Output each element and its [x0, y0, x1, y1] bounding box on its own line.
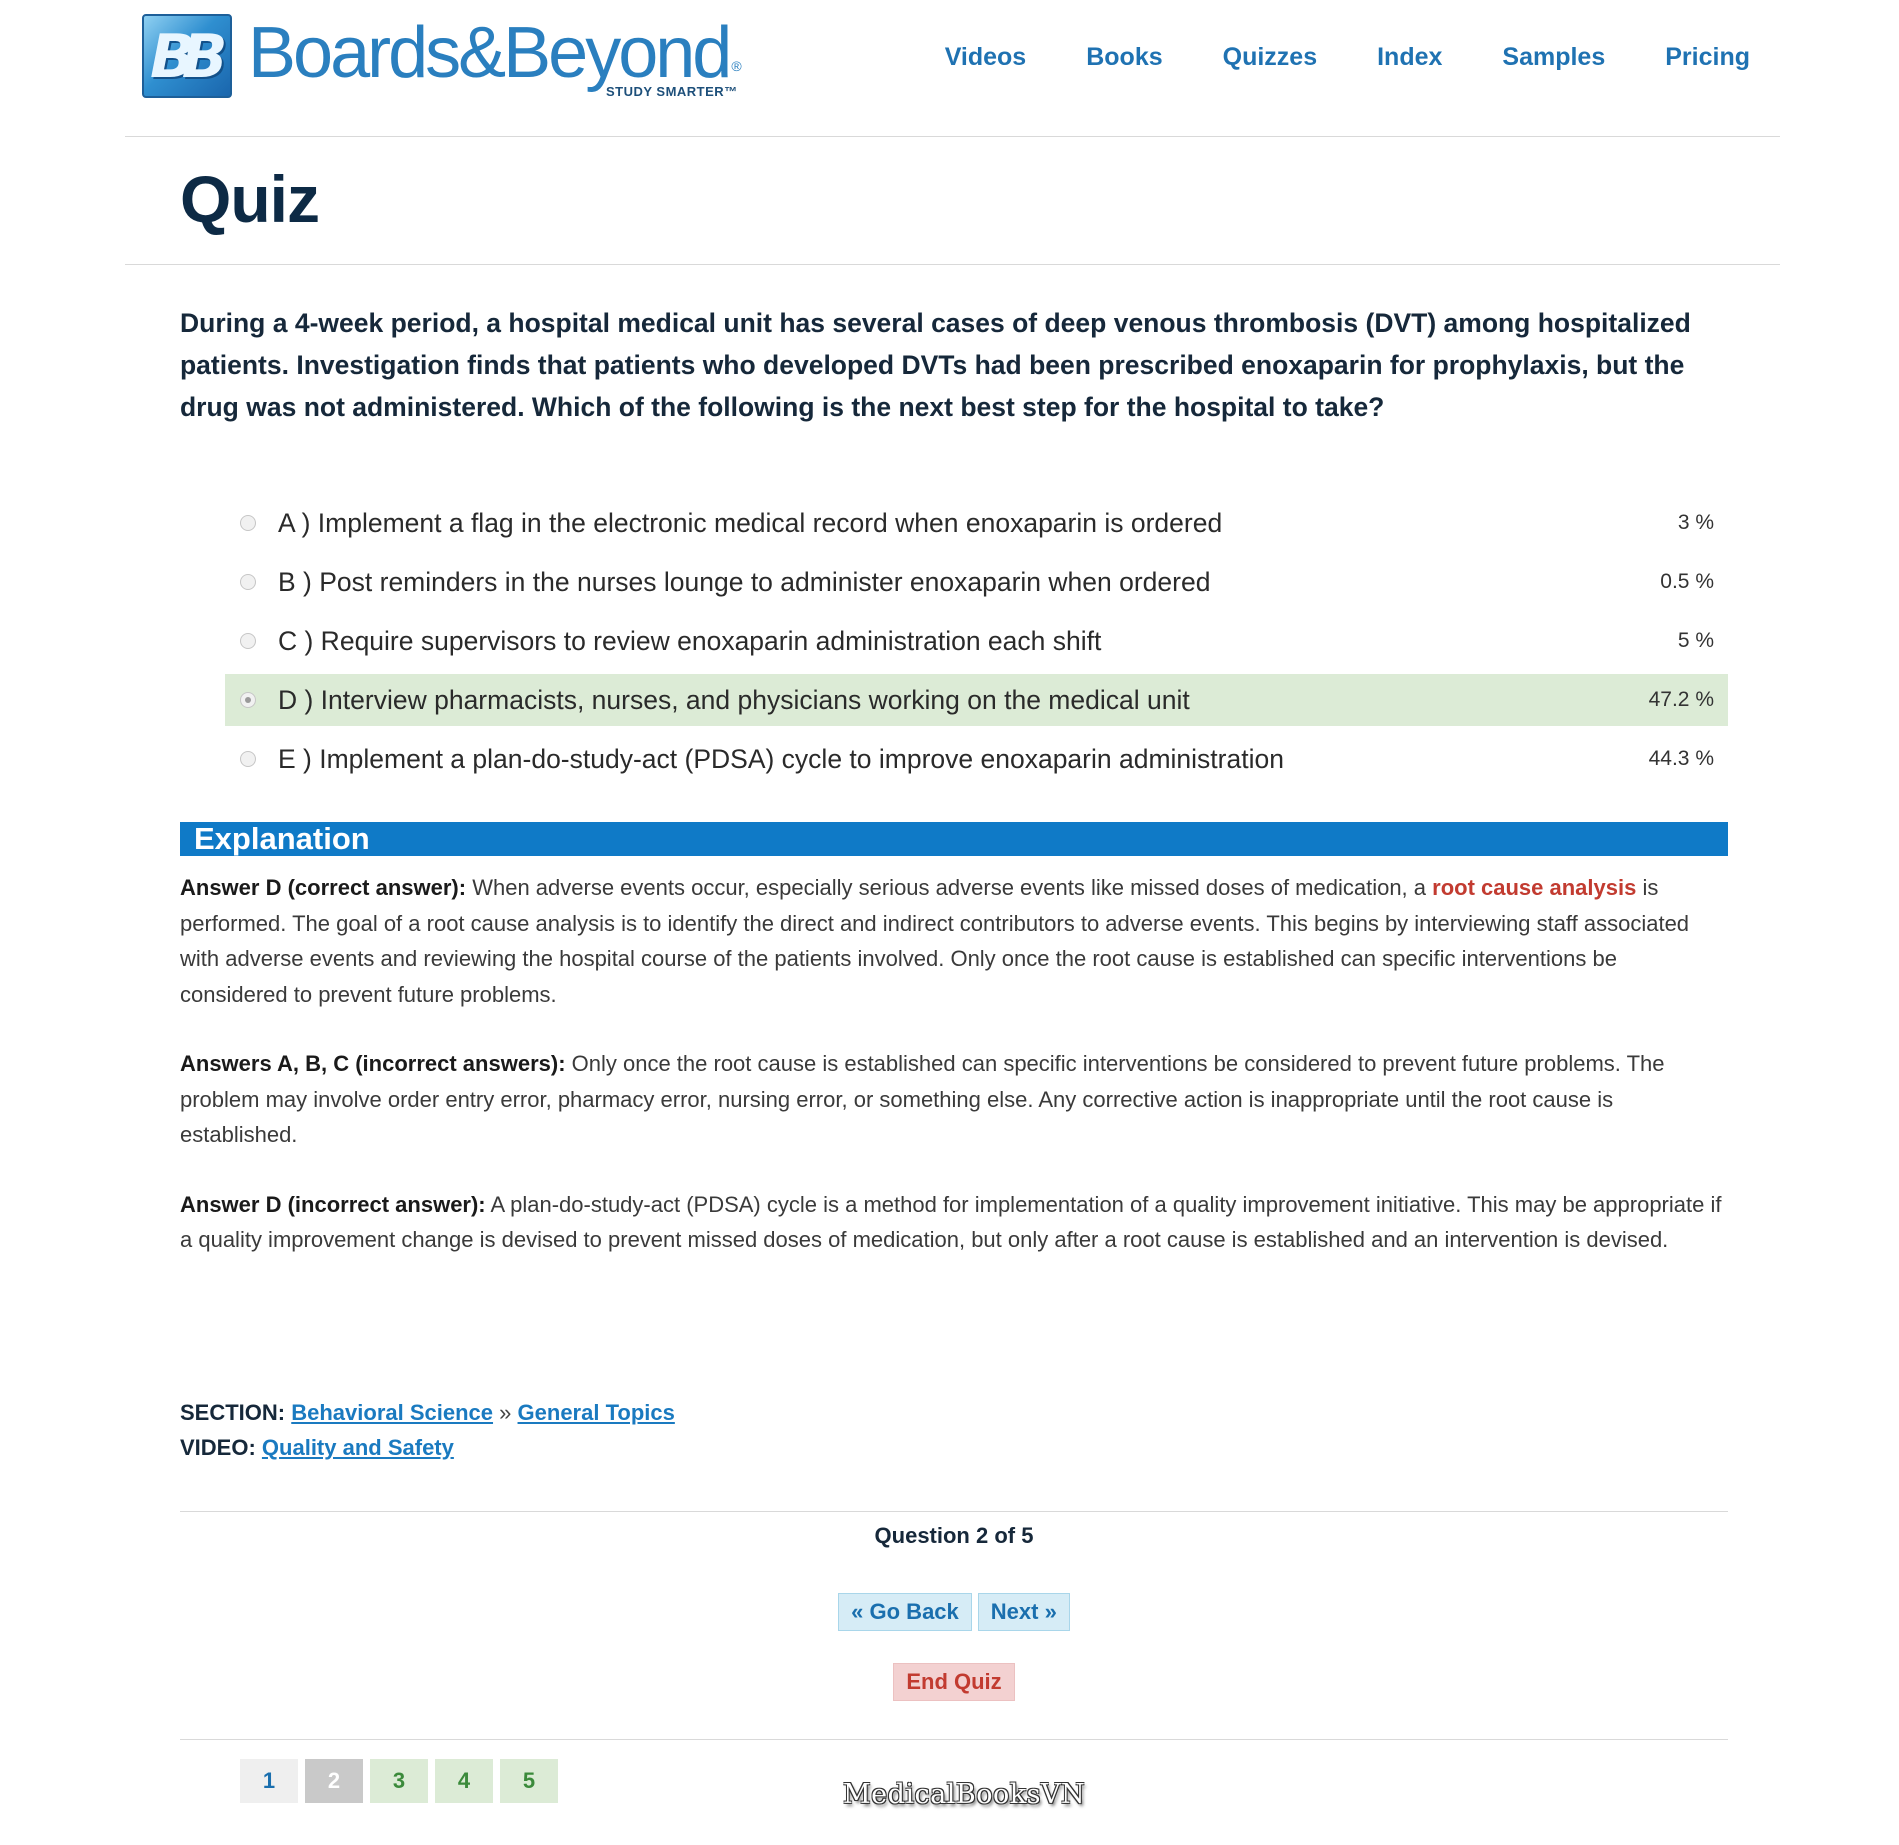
question-meta: SECTION: Behavioral Science » General To…: [180, 1395, 1728, 1465]
divider: [180, 1511, 1728, 1512]
explanation-paragraph-correct: Answer D (correct answer): When adverse …: [180, 870, 1728, 1012]
go-back-button[interactable]: « Go Back: [838, 1593, 972, 1631]
logo-registered: ®: [731, 58, 742, 74]
answer-list: A ) Implement a flag in the electronic m…: [225, 497, 1728, 792]
answer-option[interactable]: B ) Post reminders in the nurses lounge …: [225, 556, 1728, 608]
end-quiz-row: End Quiz: [180, 1663, 1728, 1701]
page-title: Quiz: [180, 162, 320, 236]
explanation-heading: Explanation: [180, 822, 1728, 856]
pager-question-2[interactable]: 2: [305, 1759, 363, 1803]
site-logo[interactable]: BB Boards&Beyond ® STUDY SMARTER™: [142, 13, 742, 100]
radio-button[interactable]: [240, 515, 256, 531]
answer-option[interactable]: D ) Interview pharmacists, nurses, and p…: [225, 674, 1728, 726]
title-row: Quiz: [125, 137, 1780, 265]
question-text: During a 4-week period, a hospital medic…: [180, 308, 1691, 422]
section-link-general-topics[interactable]: General Topics: [518, 1400, 675, 1425]
site-header: BB Boards&Beyond ® STUDY SMARTER™ Videos …: [125, 0, 1780, 137]
explanation-highlight: root cause analysis: [1432, 875, 1637, 900]
page-wrapper: BB Boards&Beyond ® STUDY SMARTER™ Videos …: [125, 0, 1780, 1803]
answer-option[interactable]: A ) Implement a flag in the electronic m…: [225, 497, 1728, 549]
nav-index[interactable]: Index: [1377, 43, 1442, 72]
end-quiz-button[interactable]: End Quiz: [893, 1663, 1015, 1701]
logo-tagline: STUDY SMARTER™: [605, 84, 738, 99]
divider: [180, 1739, 1728, 1740]
explanation-lead: Answer D (correct answer):: [180, 875, 467, 900]
logo-badge: BB: [142, 14, 232, 98]
watermark: MedicalBooksVN: [843, 1779, 1086, 1810]
pager-question-3[interactable]: 3: [370, 1759, 428, 1803]
video-line: VIDEO: Quality and Safety: [180, 1430, 1728, 1465]
answer-percent: 3 %: [1677, 511, 1714, 534]
logo-name: Boards&Beyond: [248, 13, 732, 93]
question-nav-buttons: « Go Back Next »: [180, 1593, 1728, 1631]
section-label: SECTION:: [180, 1400, 286, 1425]
explanation-lead: Answer D (incorrect answer):: [180, 1191, 486, 1217]
explanation-text: When adverse events occur, especially se…: [466, 875, 1433, 900]
pager-question-5[interactable]: 5: [500, 1759, 558, 1803]
video-link[interactable]: Quality and Safety: [262, 1435, 454, 1460]
answer-label: D ) Interview pharmacists, nurses, and p…: [278, 684, 1190, 715]
radio-button[interactable]: [240, 574, 256, 590]
video-label: VIDEO:: [180, 1435, 256, 1460]
explanation-paragraph-abc: Answers A, B, C (incorrect answers): Onl…: [180, 1046, 1728, 1153]
answer-percent: 44.3 %: [1648, 747, 1714, 770]
answer-option[interactable]: E ) Implement a plan-do-study-act (PDSA)…: [225, 733, 1728, 785]
main-nav: Videos Books Quizzes Index Samples Prici…: [885, 43, 1750, 72]
nav-videos[interactable]: Videos: [945, 43, 1027, 72]
question-counter: Question 2 of 5: [874, 1523, 1034, 1548]
section-line: SECTION: Behavioral Science » General To…: [180, 1395, 1728, 1430]
explanation-paragraph-d: Answer D (incorrect answer): A plan-do-s…: [180, 1187, 1728, 1258]
answer-option[interactable]: C ) Require supervisors to review enoxap…: [225, 615, 1728, 667]
section-link-behavioral-science[interactable]: Behavioral Science: [291, 1400, 493, 1425]
answer-label: E ) Implement a plan-do-study-act (PDSA)…: [278, 743, 1284, 774]
pager-question-4[interactable]: 4: [435, 1759, 493, 1803]
nav-samples[interactable]: Samples: [1502, 43, 1605, 72]
answer-label: B ) Post reminders in the nurses lounge …: [278, 566, 1211, 597]
answer-label: A ) Implement a flag in the electronic m…: [278, 507, 1223, 538]
nav-books[interactable]: Books: [1086, 43, 1162, 72]
answer-label: C ) Require supervisors to review enoxap…: [278, 625, 1102, 656]
answer-percent: 47.2 %: [1648, 688, 1714, 711]
radio-button[interactable]: [240, 633, 256, 649]
nav-pricing[interactable]: Pricing: [1665, 43, 1750, 72]
pager-question-1[interactable]: 1: [240, 1759, 298, 1803]
logo-mark: BB: [150, 22, 228, 92]
nav-quizzes[interactable]: Quizzes: [1223, 43, 1317, 72]
radio-button[interactable]: [240, 751, 256, 767]
answer-percent: 5 %: [1677, 629, 1714, 652]
breadcrumb-separator: »: [499, 1400, 512, 1425]
logo-wordmark: Boards&Beyond ® STUDY SMARTER™: [248, 13, 742, 99]
explanation-body: Answer D (correct answer): When adverse …: [180, 870, 1728, 1292]
radio-button[interactable]: [240, 692, 256, 708]
next-button[interactable]: Next »: [977, 1593, 1070, 1631]
explanation-lead: Answers A, B, C (incorrect answers):: [180, 1051, 566, 1076]
answer-percent: 0.5 %: [1660, 570, 1714, 593]
